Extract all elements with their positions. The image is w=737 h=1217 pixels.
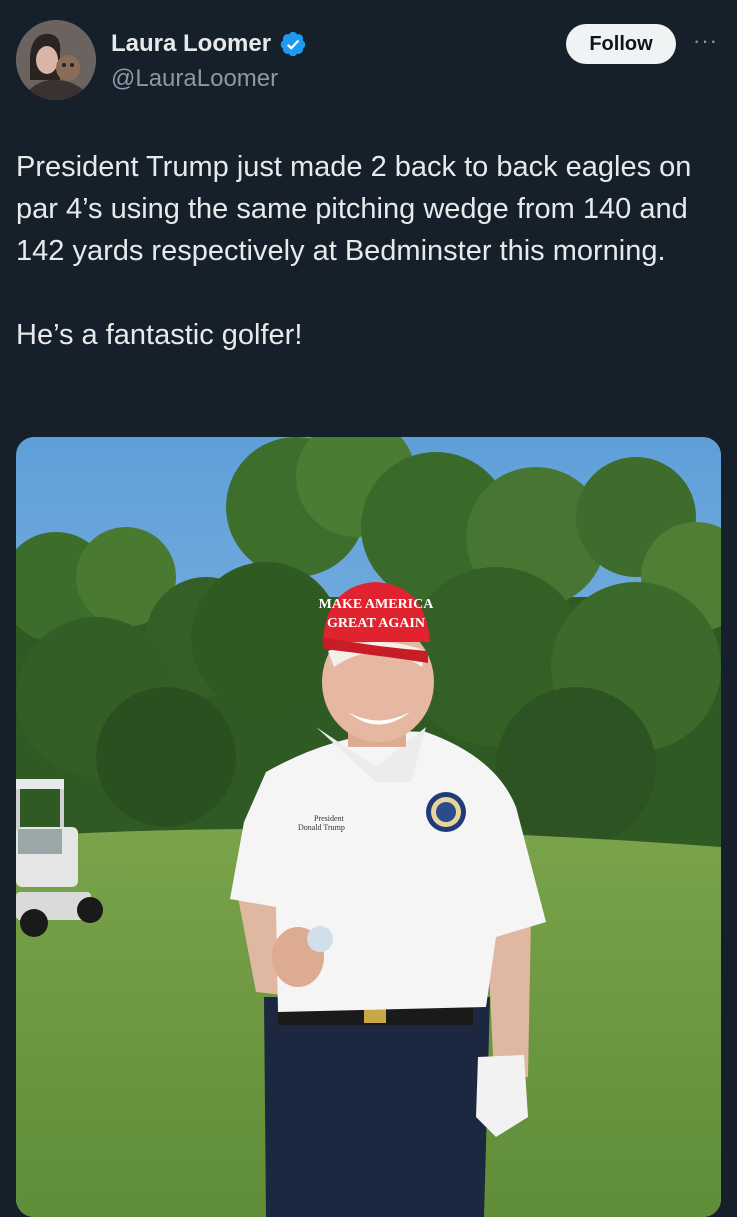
tweet-photo[interactable]: President Donald Trump MAKE AMERICA GREA… [16, 437, 721, 1217]
tweet-text: President Trump just made 2 back to back… [16, 151, 692, 351]
author-handle[interactable]: @LauraLoomer [111, 65, 278, 93]
avatar-image [16, 20, 96, 100]
profile-avatar[interactable] [16, 20, 96, 100]
hat-text-line1: MAKE AMERICA [319, 597, 435, 612]
follow-button[interactable]: Follow [566, 24, 676, 64]
golf-course-photo: President Donald Trump MAKE AMERICA GREA… [16, 437, 721, 1217]
shirt-text-line2: Donald Trump [298, 823, 345, 832]
hat-text-line2: GREAT AGAIN [327, 616, 425, 631]
author-display-name[interactable]: Laura Loomer [111, 30, 271, 58]
tweet-header: Laura Loomer @LauraLoomer Follow ··· [0, 0, 737, 120]
verified-badge-icon [280, 31, 306, 57]
author-name-row: Laura Loomer [111, 30, 307, 58]
more-options-icon[interactable]: ··· [693, 28, 718, 54]
shirt-text-line1: President [314, 814, 345, 823]
